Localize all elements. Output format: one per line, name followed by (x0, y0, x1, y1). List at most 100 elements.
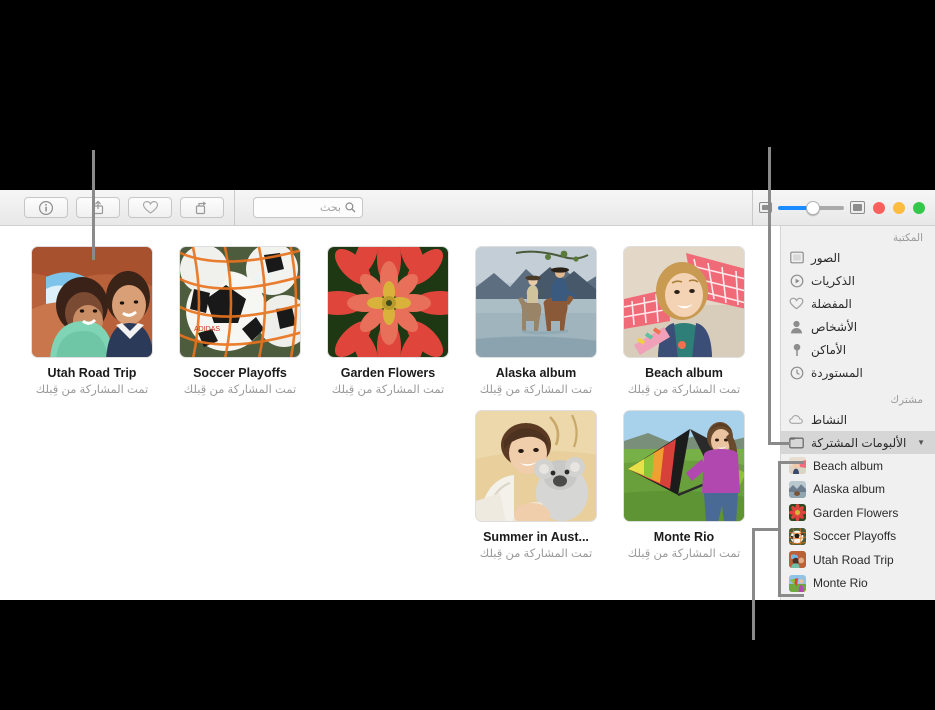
album-name: Beach album (645, 366, 723, 380)
album-cell[interactable]: Monte Rio تمت المشاركة من قِبلك (610, 410, 758, 560)
sidebar: المكتبة الصور الذكريات المفضلة الأشخاص ا… (780, 190, 935, 600)
callout-bracket-albums-bottom (778, 594, 804, 597)
album-cell[interactable]: Beach album تمت المشاركة من قِبلك (610, 246, 758, 396)
sidebar-item-photos[interactable]: الصور (781, 246, 935, 269)
album-thumbnail-flower[interactable] (327, 246, 449, 358)
toolbar-divider-right (752, 190, 753, 226)
toolbar-action-buttons (24, 197, 224, 218)
close-button[interactable] (873, 201, 885, 214)
album-thumbnail-soccer (789, 527, 806, 545)
album-thumbnail-utah (789, 551, 806, 569)
list-item-label: Soccer Playoffs (813, 529, 897, 544)
photos-icon (789, 250, 804, 265)
places-pin-icon (789, 342, 804, 357)
album-cell[interactable]: Garden Flowers تمت المشاركة من قِبلك (314, 246, 462, 396)
zoom-button[interactable] (913, 201, 925, 214)
window-toolbar: بحث (0, 190, 935, 226)
sidebar-section-header-library: المكتبة (893, 232, 923, 244)
shared-albums-icon (789, 435, 804, 450)
album-subtitle: تمت المشاركة من قِبلك (35, 384, 149, 396)
photos-app-window: بحث المكتبة الصور الذكريات المفضلة الأشخ… (0, 190, 935, 600)
album-cell[interactable]: ADIDAS Soccer Playoffs تمت المشاركة من ق… (166, 246, 314, 396)
screenshot-canvas: بحث المكتبة الصور الذكريات المفضلة الأشخ… (0, 0, 935, 710)
list-item-label: Utah Road Trip (813, 552, 894, 567)
album-thumbnail-kite[interactable] (623, 410, 745, 522)
search-icon (345, 202, 356, 213)
album-thumbnail-beach (789, 457, 806, 475)
album-subtitle: تمت المشاركة من قِبلك (627, 384, 741, 396)
sidebar-item-label: النشاط (811, 412, 848, 427)
album-thumbnail-beach[interactable] (623, 246, 745, 358)
search-placeholder: بحث (320, 202, 341, 214)
album-thumbnail-alaska (789, 480, 806, 498)
callout-line-toolbar-left (92, 150, 95, 260)
sidebar-item-favorites[interactable]: المفضلة (781, 292, 935, 315)
grid-spacer (166, 410, 314, 560)
album-subtitle: تمت المشاركة من قِبلك (627, 548, 741, 560)
album-subtitle: تمت المشاركة من قِبلك (479, 384, 593, 396)
window-controls (873, 201, 935, 214)
thumbnail-size-slider[interactable] (759, 200, 865, 215)
rotate-icon (195, 201, 207, 215)
album-name: Utah Road Trip (47, 366, 137, 380)
sidebar-item-people[interactable]: الأشخاص (781, 315, 935, 338)
svg-text:ADIDAS: ADIDAS (194, 326, 220, 333)
list-item[interactable]: Soccer Playoffs (781, 525, 935, 549)
album-name: Summer in Aust... (483, 530, 589, 544)
heart-icon (789, 296, 804, 311)
search-input[interactable]: بحث (253, 197, 363, 218)
album-subtitle: تمت المشاركة من قِبلك (331, 384, 445, 396)
album-name: Alaska album (495, 366, 577, 380)
people-icon (789, 319, 804, 334)
sidebar-item-activity[interactable]: النشاط (781, 408, 935, 431)
album-name: Monte Rio (653, 530, 715, 544)
album-cell[interactable]: Utah Road Trip تمت المشاركة من قِبلك (18, 246, 166, 396)
cloud-icon (789, 412, 804, 427)
album-thumbnail-koala[interactable] (475, 410, 597, 522)
minimize-button[interactable] (893, 201, 905, 214)
list-item-label: Monte Rio (813, 576, 868, 591)
slider-track[interactable] (778, 200, 844, 215)
heart-icon (142, 200, 158, 214)
sidebar-item-label: الذكريات (811, 273, 855, 288)
sidebar-item-shared-albums[interactable]: الألبومات المشتركة ▼ (781, 431, 935, 454)
sidebar-item-label: الأشخاص (811, 319, 858, 334)
album-cell[interactable]: Alaska album تمت المشاركة من قِبلك (462, 246, 610, 396)
large-photo-icon (850, 201, 865, 214)
sidebar-item-memories[interactable]: الذكريات (781, 269, 935, 292)
sidebar-item-label: الأماكن (811, 342, 847, 357)
favorite-button[interactable] (128, 197, 172, 218)
album-thumbnail-flower (789, 504, 806, 522)
sidebar-item-imported[interactable]: المستوردة (781, 361, 935, 384)
rotate-button[interactable] (180, 197, 224, 218)
sidebar-item-label: الألبومات المشتركة (811, 435, 907, 450)
chevron-down-icon[interactable]: ▼ (917, 438, 925, 447)
album-subtitle: تمت المشاركة من قِبلك (479, 548, 593, 560)
shared-album-list: Beach album Alaska album Garden Flowers … (781, 454, 935, 595)
list-item[interactable]: Garden Flowers (781, 501, 935, 525)
sidebar-item-places[interactable]: الأماكن (781, 338, 935, 361)
callout-bracket-albums-stem (752, 528, 778, 531)
callout-bracket-albums-top (778, 461, 804, 464)
sidebar-item-label: المفضلة (811, 296, 852, 311)
album-thumbnail-alaska[interactable] (475, 246, 597, 358)
album-name: Soccer Playoffs (193, 366, 287, 380)
grid-spacer (314, 410, 462, 560)
info-button[interactable] (24, 197, 68, 218)
callout-line-sidebar-top (768, 147, 771, 444)
callout-bracket-albums-spine (778, 461, 781, 597)
album-cell[interactable]: Summer in Aust... تمت المشاركة من قِبلك (462, 410, 610, 560)
album-thumbnail-kite (789, 574, 806, 592)
list-item[interactable]: Beach album (781, 454, 935, 478)
sidebar-item-label: المستوردة (811, 365, 863, 380)
callout-line-sidebar-top-elbow (768, 442, 790, 445)
list-item[interactable]: Alaska album (781, 478, 935, 502)
list-item[interactable]: Utah Road Trip (781, 548, 935, 572)
list-item[interactable]: Monte Rio (781, 572, 935, 596)
share-button[interactable] (76, 197, 120, 218)
memories-icon (789, 273, 804, 288)
list-item-label: Alaska album (813, 482, 886, 497)
album-thumbnail-soccer[interactable]: ADIDAS (179, 246, 301, 358)
album-thumbnail-utah[interactable] (31, 246, 153, 358)
slider-knob[interactable] (806, 200, 820, 215)
